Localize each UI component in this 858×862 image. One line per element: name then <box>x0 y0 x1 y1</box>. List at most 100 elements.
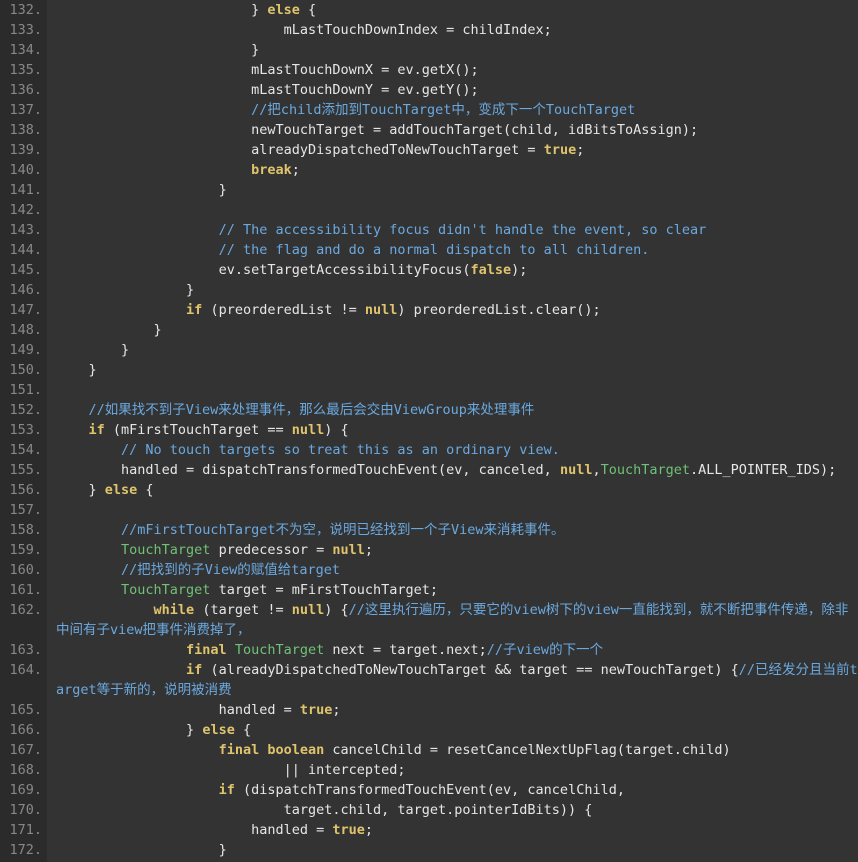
code-line[interactable]: 150. } <box>0 360 858 380</box>
code-line-text[interactable]: newTouchTarget = addTouchTarget(child, i… <box>47 120 858 140</box>
code-line[interactable]: 157. <box>0 500 858 520</box>
code-line-text[interactable]: } <box>47 40 858 60</box>
code-line[interactable]: 167. final boolean cancelChild = resetCa… <box>0 740 858 760</box>
code-line-text[interactable]: } else { <box>47 720 858 740</box>
code-line-text[interactable]: } <box>47 180 858 200</box>
code-line[interactable]: 145. ev.setTargetAccessibilityFocus(fals… <box>0 260 858 280</box>
code-line[interactable]: 153. if (mFirstTouchTarget == null) { <box>0 420 858 440</box>
code-line-text[interactable]: handled = true; <box>47 700 858 720</box>
code-line-text[interactable]: } <box>47 280 858 300</box>
code-line-text[interactable]: break; <box>47 160 858 180</box>
code-line[interactable]: 158. //mFirstTouchTarget不为空，说明已经找到一个子Vie… <box>0 520 858 540</box>
code-line[interactable]: 163. final TouchTarget next = target.nex… <box>0 640 858 660</box>
code-line-text[interactable]: } <box>47 320 858 340</box>
code-token-kw: while <box>154 602 195 618</box>
code-line-text[interactable]: if (mFirstTouchTarget == null) { <box>47 420 858 440</box>
code-line-text[interactable]: if (alreadyDispatchedToNewTouchTarget &&… <box>47 660 858 700</box>
code-line[interactable]: 171. handled = true; <box>0 820 858 840</box>
line-number: 169. <box>0 780 47 800</box>
line-number: 166. <box>0 720 47 740</box>
code-line-text[interactable]: final TouchTarget next = target.next;//子… <box>47 640 858 660</box>
code-line[interactable]: 137. //把child添加到TouchTarget中，变成下一个TouchT… <box>0 100 858 120</box>
code-line[interactable]: 172. } <box>0 840 858 860</box>
code-line[interactable]: 151. <box>0 380 858 400</box>
code-line[interactable]: 140. break; <box>0 160 858 180</box>
code-token-pl: predecessor = <box>210 542 332 558</box>
code-token-kw: if <box>186 662 202 678</box>
code-line[interactable]: 146. } <box>0 280 858 300</box>
code-line-text[interactable]: mLastTouchDownIndex = childIndex; <box>47 20 858 40</box>
code-line[interactable]: 138. newTouchTarget = addTouchTarget(chi… <box>0 120 858 140</box>
code-token-pl: } <box>56 282 194 298</box>
code-line-text[interactable]: if (dispatchTransformedTouchEvent(ev, ca… <box>47 780 858 800</box>
code-token-pl <box>56 662 186 678</box>
code-line-text[interactable]: } else { <box>47 480 858 500</box>
code-line[interactable]: 149. } <box>0 340 858 360</box>
code-line[interactable]: 166. } else { <box>0 720 858 740</box>
code-line[interactable]: 170. target.child, target.pointerIdBits)… <box>0 800 858 820</box>
code-line[interactable]: 134. } <box>0 40 858 60</box>
code-line[interactable]: 136. mLastTouchDownY = ev.getY(); <box>0 80 858 100</box>
line-number: 144. <box>0 240 47 260</box>
code-line-text[interactable]: // the flag and do a normal dispatch to … <box>47 240 858 260</box>
code-line[interactable]: 142. <box>0 200 858 220</box>
code-line-text[interactable]: // No touch targets so treat this as an … <box>47 440 858 460</box>
code-line[interactable]: 141. } <box>0 180 858 200</box>
code-token-pl <box>56 542 121 558</box>
code-line[interactable]: 168. || intercepted; <box>0 760 858 780</box>
code-line[interactable]: 133. mLastTouchDownIndex = childIndex; <box>0 20 858 40</box>
code-line[interactable]: 156. } else { <box>0 480 858 500</box>
code-line[interactable]: 159. TouchTarget predecessor = null; <box>0 540 858 560</box>
code-token-pl: handled = dispatchTransformedTouchEvent(… <box>56 462 560 478</box>
code-line[interactable]: 161. TouchTarget target = mFirstTouchTar… <box>0 580 858 600</box>
code-line[interactable]: 169. if (dispatchTransformedTouchEvent(e… <box>0 780 858 800</box>
code-line[interactable]: 135. mLastTouchDownX = ev.getX(); <box>0 60 858 80</box>
code-line-text[interactable]: alreadyDispatchedToNewTouchTarget = true… <box>47 140 858 160</box>
code-line[interactable]: 160. //把找到的子View的赋值给target <box>0 560 858 580</box>
code-line[interactable]: 152. //如果找不到子View来处理事件，那么最后会交由ViewGroup来… <box>0 400 858 420</box>
code-line-text[interactable]: mLastTouchDownX = ev.getX(); <box>47 60 858 80</box>
code-line-text[interactable]: target.child, target.pointerIdBits)) { <box>47 800 858 820</box>
code-line[interactable]: 165. handled = true; <box>0 700 858 720</box>
code-line-text[interactable]: // The accessibility focus didn't handle… <box>47 220 858 240</box>
code-line[interactable]: 143. // The accessibility focus didn't h… <box>0 220 858 240</box>
code-line-text[interactable]: if (preorderedList != null) preorderedLi… <box>47 300 858 320</box>
code-token-pl: ev.setTargetAccessibilityFocus( <box>56 262 471 278</box>
code-line-text[interactable]: } else { <box>47 0 858 20</box>
code-line-text[interactable]: } <box>47 840 858 860</box>
code-line-text[interactable]: TouchTarget predecessor = null; <box>47 540 858 560</box>
code-line-text[interactable]: || intercepted; <box>47 760 858 780</box>
code-line-text[interactable]: ev.setTargetAccessibilityFocus(false); <box>47 260 858 280</box>
code-line[interactable]: 164. if (alreadyDispatchedToNewTouchTarg… <box>0 660 858 700</box>
code-token-kw: if <box>186 302 202 318</box>
code-line[interactable]: 155. handled = dispatchTransformedTouchE… <box>0 460 858 480</box>
code-line[interactable]: 147. if (preorderedList != null) preorde… <box>0 300 858 320</box>
code-line[interactable]: 162. while (target != null) {//这里执行遍历，只要… <box>0 600 858 640</box>
code-line[interactable]: 154. // No touch targets so treat this a… <box>0 440 858 460</box>
code-line-text[interactable]: handled = true; <box>47 820 858 840</box>
code-token-pl <box>56 602 154 618</box>
line-number: 160. <box>0 560 47 580</box>
code-token-pl: handled = <box>56 702 300 718</box>
code-line-text[interactable]: mLastTouchDownY = ev.getY(); <box>47 80 858 100</box>
code-line-text[interactable]: //mFirstTouchTarget不为空，说明已经找到一个子View来消耗事… <box>47 520 858 540</box>
code-line-text[interactable]: handled = dispatchTransformedTouchEvent(… <box>47 460 858 480</box>
code-line[interactable]: 132. } else { <box>0 0 858 20</box>
code-line-text[interactable]: //如果找不到子View来处理事件，那么最后会交由ViewGroup来处理事件 <box>47 400 858 420</box>
code-line[interactable]: 148. } <box>0 320 858 340</box>
code-token-kw: else <box>202 722 235 738</box>
code-snippet-viewer[interactable]: 132. } else {133. mLastTouchDownIndex = … <box>0 0 858 862</box>
code-line-text[interactable]: final boolean cancelChild = resetCancelN… <box>47 740 858 760</box>
code-line-text[interactable]: TouchTarget target = mFirstTouchTarget; <box>47 580 858 600</box>
code-line[interactable]: 144. // the flag and do a normal dispatc… <box>0 240 858 260</box>
code-line-text[interactable]: //把找到的子View的赋值给target <box>47 560 858 580</box>
code-line-text[interactable]: } <box>47 360 858 380</box>
code-line-text[interactable]: } <box>47 340 858 360</box>
code-token-pl: ; <box>576 142 584 158</box>
code-line-text[interactable]: //把child添加到TouchTarget中，变成下一个TouchTarget <box>47 100 858 120</box>
line-number: 148. <box>0 320 47 340</box>
code-line[interactable]: 139. alreadyDispatchedToNewTouchTarget =… <box>0 140 858 160</box>
line-number: 150. <box>0 360 47 380</box>
code-token-pl <box>56 582 121 598</box>
code-line-text[interactable]: while (target != null) {//这里执行遍历，只要它的vie… <box>47 600 858 640</box>
